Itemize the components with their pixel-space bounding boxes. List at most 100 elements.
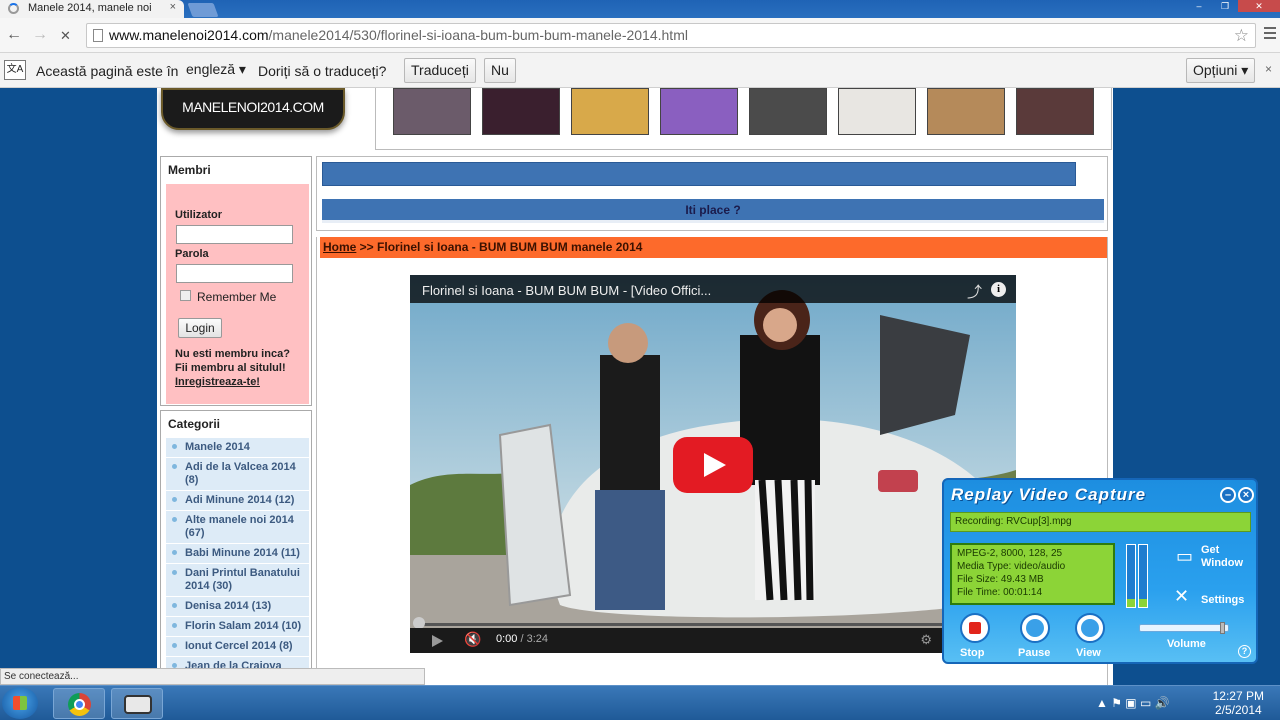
translate-options-button[interactable]: Opțiuni ▾ xyxy=(1186,58,1256,83)
big-play-button[interactable] xyxy=(673,437,753,493)
replay-close-button[interactable]: × xyxy=(1238,487,1254,503)
video-thumbnail[interactable] xyxy=(1016,88,1094,135)
thumbnail-strip xyxy=(375,88,1112,150)
video-thumbnail[interactable] xyxy=(482,88,560,135)
address-bar[interactable]: www.manelenoi2014.com/manele2014/530/flo… xyxy=(86,23,1256,48)
volume-label: Volume xyxy=(1167,638,1206,650)
translate-icon: 文A xyxy=(4,60,26,80)
bookmark-star-icon[interactable]: ☆ xyxy=(1234,24,1249,47)
remember-me-label: Remember Me xyxy=(197,290,277,304)
forward-button[interactable]: → xyxy=(32,26,48,44)
video-thumbnail[interactable] xyxy=(927,88,1005,135)
username-label: Utilizator xyxy=(175,209,223,221)
chrome-icon xyxy=(68,693,91,716)
taskbar-replay-video-capture[interactable] xyxy=(111,688,163,719)
video-title[interactable]: Florinel si Ioana - BUM BUM BUM - [Video… xyxy=(422,283,711,298)
pause-label: Pause xyxy=(1018,647,1051,659)
url-host: www.manelenoi2014.com xyxy=(109,27,269,43)
info-icon[interactable]: i xyxy=(991,282,1006,297)
category-item[interactable]: Florin Salam 2014 (10) xyxy=(166,617,309,637)
site-logo[interactable]: MANELENOI2014.COM xyxy=(161,88,345,130)
username-input[interactable] xyxy=(176,225,293,244)
video-thumbnail[interactable] xyxy=(838,88,916,135)
maximize-button[interactable]: ❐ xyxy=(1212,0,1238,12)
back-button[interactable]: ← xyxy=(6,26,22,44)
new-tab-button[interactable] xyxy=(187,3,219,17)
video-thumbnail[interactable] xyxy=(749,88,827,135)
volume-slider[interactable] xyxy=(1139,622,1229,634)
settings-icon[interactable]: ⚙ xyxy=(920,632,932,648)
tab-close-icon[interactable]: × xyxy=(170,1,176,13)
password-input[interactable] xyxy=(176,264,293,283)
taskbar-chrome[interactable] xyxy=(53,688,105,719)
start-button[interactable] xyxy=(2,687,38,719)
time-display: 0:00 / 3:24 xyxy=(496,633,548,645)
info-format: MPEG-2, 8000, 128, 25 xyxy=(957,548,1063,559)
replay-title: Replay Video Capture xyxy=(951,485,1147,504)
chrome-menu-icon[interactable] xyxy=(1264,27,1276,39)
get-window-button[interactable]: Get Window xyxy=(1201,544,1243,570)
category-item[interactable]: Denisa 2014 (13) xyxy=(166,597,309,617)
replay-video-capture-window: Replay Video Capture – × Recording: RVCu… xyxy=(942,478,1258,664)
category-item[interactable]: Dani Printul Banatului 2014 (30) xyxy=(166,564,309,597)
clock[interactable]: 12:27 PM 2/5/2014 xyxy=(1213,689,1264,717)
tools-icon[interactable]: ✕ xyxy=(1174,586,1189,607)
video-thumbnail[interactable] xyxy=(393,88,471,135)
replay-minimize-button[interactable]: – xyxy=(1220,487,1236,503)
category-item[interactable]: Adi de la Valcea 2014 (8) xyxy=(166,458,309,491)
register-link[interactable]: Inregistreaza-te! xyxy=(175,375,307,389)
category-item[interactable]: Alte manele noi 2014 (67) xyxy=(166,511,309,544)
breadcrumb-current: >> Florinel si Ioana - BUM BUM BUM manel… xyxy=(356,240,643,254)
settings-button[interactable]: Settings xyxy=(1201,594,1244,607)
window-icon[interactable]: ▭ xyxy=(1176,546,1193,567)
infobar-close-icon[interactable]: × xyxy=(1265,62,1272,76)
category-item[interactable]: Manele 2014 xyxy=(166,438,309,458)
banner-bar xyxy=(322,162,1076,186)
player-controls: 🔇 0:00 / 3:24 ⚙ xyxy=(410,628,1016,653)
stop-loading-button[interactable]: ✕ xyxy=(60,28,71,44)
view-button[interactable] xyxy=(1075,613,1105,643)
category-item[interactable]: Ionut Cercel 2014 (8) xyxy=(166,637,309,657)
close-window-button[interactable]: ✕ xyxy=(1238,0,1280,12)
members-box: Membri Utilizator Parola Remember Me Log… xyxy=(160,156,312,406)
no-translate-button[interactable]: Nu xyxy=(484,58,516,83)
status-bubble: Se conectează... xyxy=(0,668,425,685)
mute-icon[interactable]: 🔇 xyxy=(464,631,481,648)
audio-level-meter-left xyxy=(1126,544,1136,608)
register-text-2: Fii membru al situlul! xyxy=(175,362,286,374)
minimize-button[interactable]: – xyxy=(1186,0,1212,12)
stop-record-button[interactable] xyxy=(960,613,990,643)
category-item[interactable]: Adi Minune 2014 (12) xyxy=(166,491,309,511)
time-separator: / xyxy=(517,633,527,645)
info-media-type: Media Type: video/audio xyxy=(957,561,1066,572)
help-icon[interactable]: ? xyxy=(1238,645,1251,658)
windows-taskbar: ▲ ⚑ ▣ ▭ 🔊 12:27 PM 2/5/2014 xyxy=(0,685,1280,720)
video-thumbnail[interactable] xyxy=(571,88,649,135)
translate-infobar: 文A Această pagină este în engleză ▾ Dori… xyxy=(0,53,1280,88)
duration: 3:24 xyxy=(526,633,549,645)
breadcrumb-home-link[interactable]: Home xyxy=(323,240,356,254)
remember-me-checkbox[interactable] xyxy=(180,290,191,301)
like-bar: Iti place ? xyxy=(322,199,1104,223)
system-tray-icons[interactable]: ▲ ⚑ ▣ ▭ 🔊 xyxy=(1096,696,1170,710)
category-item[interactable]: Babi Minune 2014 (11) xyxy=(166,544,309,564)
pause-record-button[interactable] xyxy=(1020,613,1050,643)
volume-slider-knob[interactable] xyxy=(1220,622,1225,634)
register-prompt: Nu esti membru inca? Fii membru al situl… xyxy=(175,347,307,389)
category-list: Manele 2014 Adi de la Valcea 2014 (8) Ad… xyxy=(166,438,309,677)
play-icon[interactable] xyxy=(432,635,443,647)
video-thumbnail[interactable] xyxy=(660,88,738,135)
loading-spinner-icon xyxy=(8,3,19,14)
tab-strip: Manele 2014, manele noi × – ❐ ✕ xyxy=(0,0,1280,18)
language-select[interactable]: engleză ▾ xyxy=(182,58,250,83)
youtube-player[interactable]: Florinel si Ioana - BUM BUM BUM - [Video… xyxy=(410,275,1016,653)
browser-tab[interactable]: Manele 2014, manele noi × xyxy=(0,0,184,18)
tab-title: Manele 2014, manele noi xyxy=(28,2,152,14)
recording-info-panel: MPEG-2, 8000, 128, 25 Media Type: video/… xyxy=(950,543,1115,605)
translate-button[interactable]: Traduceți xyxy=(404,58,476,83)
stop-label: Stop xyxy=(960,647,985,659)
video-progress-bar[interactable] xyxy=(418,623,1008,626)
login-button[interactable]: Login xyxy=(178,318,222,338)
page-icon xyxy=(93,29,103,42)
share-icon[interactable]: ⤴ xyxy=(967,281,982,302)
